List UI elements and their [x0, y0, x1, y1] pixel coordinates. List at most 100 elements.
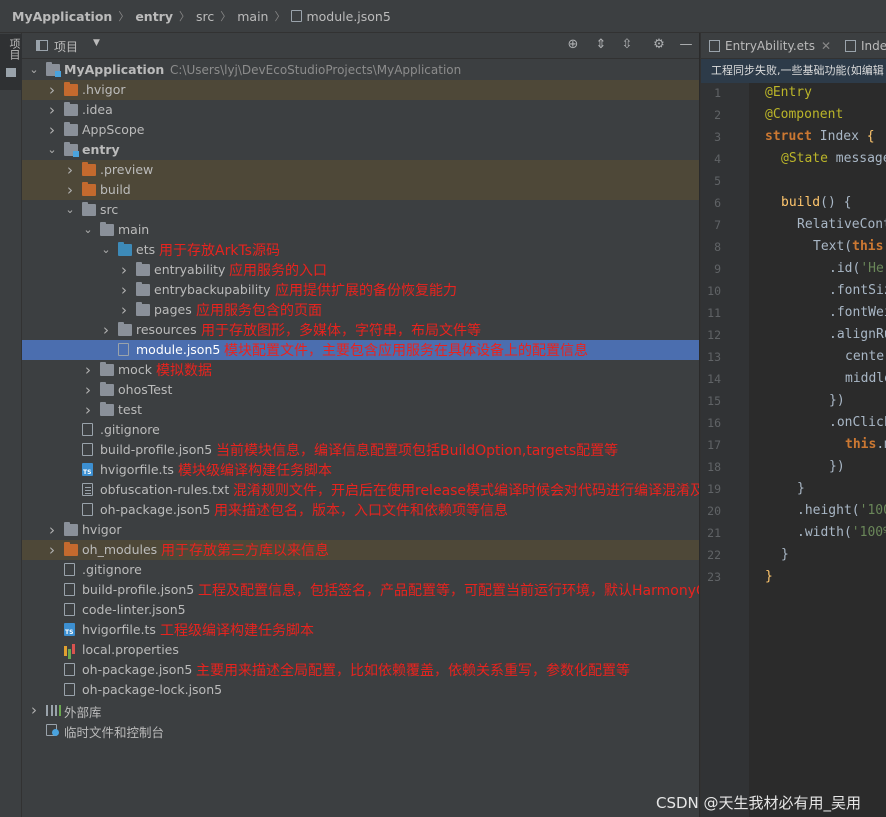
chevron-right-icon[interactable]: ›: [46, 540, 58, 560]
tree-row[interactable]: › pages 应用服务包含的页面: [22, 300, 699, 320]
code-text: }): [829, 459, 845, 474]
breadcrumb-item[interactable]: main: [237, 9, 268, 24]
minimize-icon[interactable]: —: [678, 37, 694, 53]
chevron-right-icon[interactable]: ›: [28, 700, 40, 720]
tree-row[interactable]: ⌄ MyApplication C:\Users\lyj\DevEcoStudioP…: [22, 60, 699, 80]
breadcrumb: MyApplication 〉 entry 〉 src 〉 main 〉 module.json…: [0, 0, 886, 33]
tree-row[interactable]: hvigorfile.ts 工程级编译构建任务脚本: [22, 620, 699, 640]
tree-item-label: oh-package-lock.json5: [82, 682, 223, 697]
chevron-right-icon[interactable]: ›: [64, 180, 76, 200]
tree-row[interactable]: › entrybackupability 应用提供扩展的备份恢复能力: [22, 280, 699, 300]
folder-icon: [64, 102, 78, 116]
chevron-right-icon[interactable]: ›: [64, 160, 76, 180]
code-line: 12 .alignRu: [701, 325, 886, 347]
gear-icon[interactable]: ⚙: [651, 37, 667, 53]
tree-row[interactable]: › AppScope: [22, 120, 699, 140]
folder-icon: [136, 262, 150, 276]
chevron-right-icon[interactable]: ›: [118, 260, 130, 280]
tree-row[interactable]: › hvigor: [22, 520, 699, 540]
tree-item-label: .hvigor: [82, 82, 126, 97]
tree-row[interactable]: ⌄ ets 用于存放ArkTs源码: [22, 240, 699, 260]
tree-row[interactable]: › mock 模拟数据: [22, 360, 699, 380]
breadcrumb-item[interactable]: module.json5: [306, 9, 390, 24]
chevron-right-icon[interactable]: ›: [46, 80, 58, 100]
code-line: 23}: [701, 567, 886, 589]
chevron-right-icon[interactable]: ›: [100, 320, 112, 340]
tree-row[interactable]: .gitignore: [22, 420, 699, 440]
tree-row[interactable]: › 外部库: [22, 700, 699, 720]
code-line: 8 Text(this: [701, 237, 886, 259]
project-view-selector[interactable]: 项目: [54, 38, 78, 55]
collapse-all-icon[interactable]: ⇳: [619, 37, 635, 53]
chevron-down-icon[interactable]: ⌄: [82, 220, 94, 240]
chevron-down-icon[interactable]: ▼: [93, 38, 100, 48]
tree-row[interactable]: ⌄ entry: [22, 140, 699, 160]
tab-index[interactable]: Inde: [845, 33, 886, 59]
breadcrumb-item[interactable]: entry: [135, 9, 173, 24]
line-number: 18: [707, 460, 721, 474]
tree-item-label: code-linter.json5: [82, 602, 186, 617]
chevron-right-icon[interactable]: ›: [82, 400, 94, 420]
code-token: build: [781, 195, 821, 210]
code-text: Text(this: [813, 239, 883, 254]
tree-item-label: main: [118, 222, 150, 237]
chevron-right-icon[interactable]: ›: [118, 300, 130, 320]
tree-row[interactable]: › test: [22, 400, 699, 420]
tree-row[interactable]: ⌄ main: [22, 220, 699, 240]
tree-row[interactable]: 临时文件和控制台: [22, 720, 699, 740]
tree-item-label: entryability: [154, 262, 226, 277]
tree-row[interactable]: .gitignore: [22, 560, 699, 580]
tree-item-label: hvigorfile.ts: [82, 622, 156, 637]
json-file-icon: [82, 503, 93, 516]
tree-row[interactable]: oh-package-lock.json5: [22, 680, 699, 700]
chevron-right-icon[interactable]: ›: [46, 520, 58, 540]
chevron-right-icon[interactable]: ›: [82, 360, 94, 380]
chevron-down-icon[interactable]: ⌄: [28, 60, 40, 80]
tree-row[interactable]: build-profile.json5 当前模块信息，编译信息配置项包括Build…: [22, 440, 699, 460]
code-token: message: [835, 151, 886, 166]
tree-row[interactable]: › ohosTest: [22, 380, 699, 400]
tab-entryability[interactable]: EntryAbility.ets ✕: [709, 33, 831, 59]
chevron-down-icon[interactable]: ⌄: [64, 200, 76, 220]
tree-row[interactable]: › .preview: [22, 160, 699, 180]
chevron-right-icon[interactable]: ›: [82, 380, 94, 400]
code-token: .width(: [797, 525, 852, 540]
tree-row[interactable]: › build: [22, 180, 699, 200]
tree-row[interactable]: › entryability 应用服务的入口: [22, 260, 699, 280]
tree-row[interactable]: code-linter.json5: [22, 600, 699, 620]
code-text: .height('100: [797, 503, 886, 518]
tree-item-label: mock: [118, 362, 152, 377]
tree-row[interactable]: ⌄ src: [22, 200, 699, 220]
close-icon[interactable]: ✕: [821, 39, 831, 53]
tree-row[interactable]: build-profile.json5 工程及配置信息，包括签名，产品配置等，可配…: [22, 580, 699, 600]
code-text: build() {: [781, 195, 851, 210]
crosshair-icon[interactable]: ⊕: [565, 37, 581, 53]
tree-row[interactable]: hvigorfile.ts 模块级编译构建任务脚本: [22, 460, 699, 480]
project-tool-window-button[interactable]: 项目: [0, 34, 22, 90]
tree-row[interactable]: local.properties: [22, 640, 699, 660]
breadcrumb-item[interactable]: MyApplication: [12, 9, 112, 24]
code-text: }: [781, 547, 789, 562]
chevron-down-icon[interactable]: ⌄: [100, 240, 112, 260]
folder-icon: [100, 222, 114, 236]
breadcrumb-item[interactable]: src: [196, 9, 214, 24]
chevron-down-icon[interactable]: ⌄: [46, 140, 58, 160]
chevron-right-icon[interactable]: ›: [46, 120, 58, 140]
tree-row[interactable]: › .hvigor: [22, 80, 699, 100]
code-text: center: [845, 349, 886, 364]
tree-item-label: oh-package.json5: [100, 502, 211, 517]
code-text: .alignRu: [829, 327, 886, 342]
chevron-right-icon[interactable]: ›: [118, 280, 130, 300]
line-number: 20: [707, 504, 721, 518]
tree-row[interactable]: › oh_modules 用于存放第三方库以来信息: [22, 540, 699, 560]
chevron-right-icon[interactable]: ›: [46, 100, 58, 120]
line-number: 16: [707, 416, 721, 430]
tree-row[interactable]: obfuscation-rules.txt 混淆规则文件，开启后在使用releas…: [22, 480, 699, 500]
tree-row[interactable]: module.json5 模块配置文件，主要包含应用服务在具体设备上的配置信息: [22, 340, 699, 360]
breadcrumb-separator: 〉: [220, 10, 232, 23]
tree-row[interactable]: › resources 用于存放图形，多媒体，字符串，布局文件等: [22, 320, 699, 340]
tree-row[interactable]: oh-package.json5 用来描述包名，版本，入口文件和依赖项等信息: [22, 500, 699, 520]
expand-all-icon[interactable]: ⇕: [593, 37, 609, 53]
tree-row[interactable]: › .idea: [22, 100, 699, 120]
tree-row[interactable]: oh-package.json5 主要用来描述全局配置，比如依赖覆盖，依赖关系重写…: [22, 660, 699, 680]
